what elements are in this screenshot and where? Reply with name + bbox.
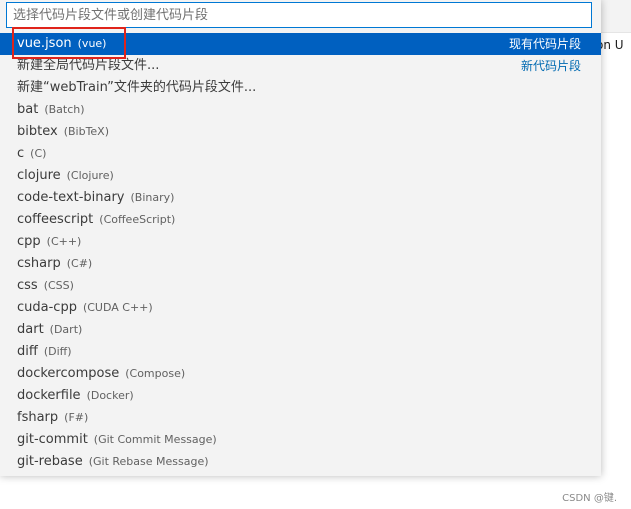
list-item[interactable]: bibtex (BibTeX) [0,121,601,143]
list-item-label: vue.json [17,36,72,51]
list-item-description: (Diff) [43,345,72,358]
list-item-description: (C#) [66,257,93,270]
list-item-label: code-text-binary [17,190,125,205]
list-item[interactable]: code-text-binary (Binary) [0,187,601,209]
list-item-group-label: 现有代码片段 [508,37,581,51]
snippet-search-input[interactable] [6,2,592,28]
list-item-label: 新建“webTrain”文件夹的代码片段文件... [17,80,257,95]
list-item-label: c [17,146,25,161]
list-item-description: (Clojure) [66,169,114,182]
list-item-label: bibtex [17,124,58,139]
list-item-label: diff [17,344,38,359]
list-item-description: (CUDA C++) [82,301,153,314]
editor-tab-area [600,0,631,32]
list-item-label: cuda-cpp [17,300,77,315]
list-item[interactable]: 新建“webTrain”文件夹的代码片段文件... [0,77,601,99]
list-item[interactable]: dart (Dart) [0,319,601,341]
list-item[interactable]: fsharp (F#) [0,407,601,429]
list-item-label: git-rebase [17,454,83,469]
list-item-label: git-commit [17,432,88,447]
list-item-description: (BibTeX) [63,125,110,138]
list-item-description: (F#) [64,411,89,424]
list-item-description: (Git Rebase Message) [88,455,209,468]
list-item-label: dockercompose [17,366,120,381]
list-item-description: (CSS) [43,279,74,292]
list-item-label: dart [17,322,44,337]
list-item-description: (Docker) [86,389,134,402]
list-item-description: (Git Commit Message) [93,433,217,446]
watermark: CSDN @键. [562,493,617,504]
list-item-description: (C) [30,147,47,160]
list-item[interactable]: bat (Batch) [0,99,601,121]
list-item-description: (C++) [46,235,82,248]
list-item-label: csharp [17,256,61,271]
list-item-label: cpp [17,234,41,249]
list-item[interactable]: css (CSS) [0,275,601,297]
list-item-description: (Dart) [49,323,83,336]
list-item[interactable]: c (C) [0,143,601,165]
list-item-description: (CoffeeScript) [99,213,176,226]
editor-divider [600,32,631,33]
list-item[interactable]: coffeescript (CoffeeScript) [0,209,601,231]
list-item[interactable]: git-rebase (Git Rebase Message) [0,451,601,473]
list-item-label: coffeescript [17,212,94,227]
list-item-group-label: 新代码片段 [520,59,581,73]
list-item[interactable]: cuda-cpp (CUDA C++) [0,297,601,319]
list-item[interactable]: csharp (C#) [0,253,601,275]
list-item-label: dockerfile [17,388,81,403]
snippet-list: vue.json (vue) 现有代码片段新建全局代码片段文件... 新代码片段新建“… [0,33,601,473]
list-item[interactable]: vue.json (vue) 现有代码片段 [0,33,601,55]
list-item-label: fsharp [17,410,59,425]
list-item-description: (Batch) [44,103,85,116]
snippet-quick-pick: vue.json (vue) 现有代码片段新建全局代码片段文件... 新代码片段新建“… [0,0,601,476]
list-item[interactable]: clojure (Clojure) [0,165,601,187]
list-item[interactable]: git-commit (Git Commit Message) [0,429,601,451]
list-item-description: (Binary) [130,191,175,204]
list-item[interactable]: diff (Diff) [0,341,601,363]
list-item-description: (vue) [77,37,107,50]
list-item-label: clojure [17,168,61,183]
list-item-label: css [17,278,38,293]
list-item[interactable]: cpp (C++) [0,231,601,253]
list-item[interactable]: 新建全局代码片段文件... 新代码片段 [0,55,601,77]
list-item-label: 新建全局代码片段文件... [17,58,160,73]
list-item-label: bat [17,102,39,117]
list-item[interactable]: dockerfile (Docker) [0,385,601,407]
list-item[interactable]: dockercompose (Compose) [0,363,601,385]
list-item-description: (Compose) [125,367,186,380]
